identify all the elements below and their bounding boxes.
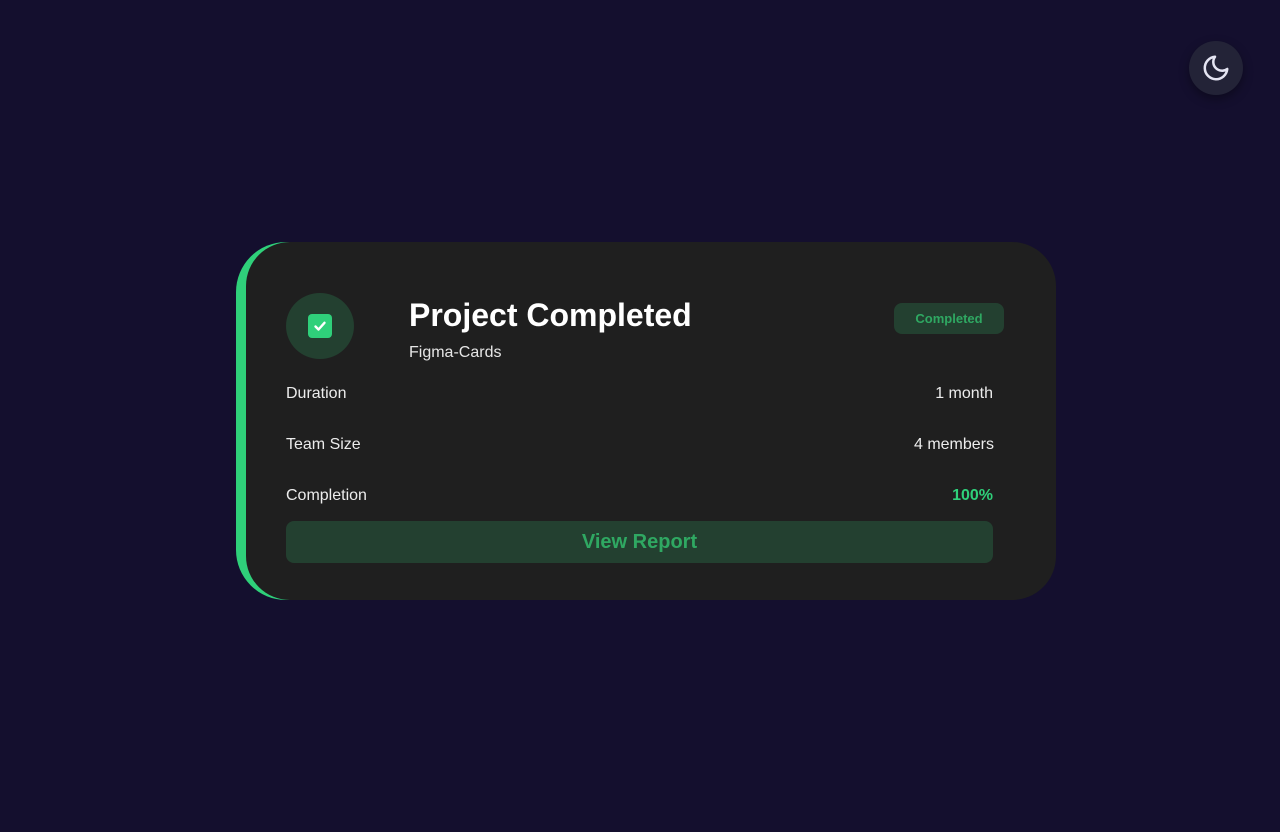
duration-value: 1 month [935,385,993,402]
status-badge: Completed [894,303,1004,334]
team-size-value: 4 members [913,436,994,453]
check-square-icon [308,314,332,338]
card-title: Project Completed [409,297,692,333]
completion-label: Completion [286,487,367,504]
theme-toggle-button[interactable] [1189,41,1243,95]
card-subtitle: Figma-Cards [409,344,502,361]
moon-icon [1201,53,1231,83]
team-size-label: Team Size [286,436,361,453]
completion-value: 100% [952,487,993,504]
project-card: Project Completed Figma-Cards Completed … [246,242,1056,600]
duration-label: Duration [286,385,347,402]
view-report-button[interactable]: View Report [286,521,993,563]
status-icon-circle [286,293,354,359]
